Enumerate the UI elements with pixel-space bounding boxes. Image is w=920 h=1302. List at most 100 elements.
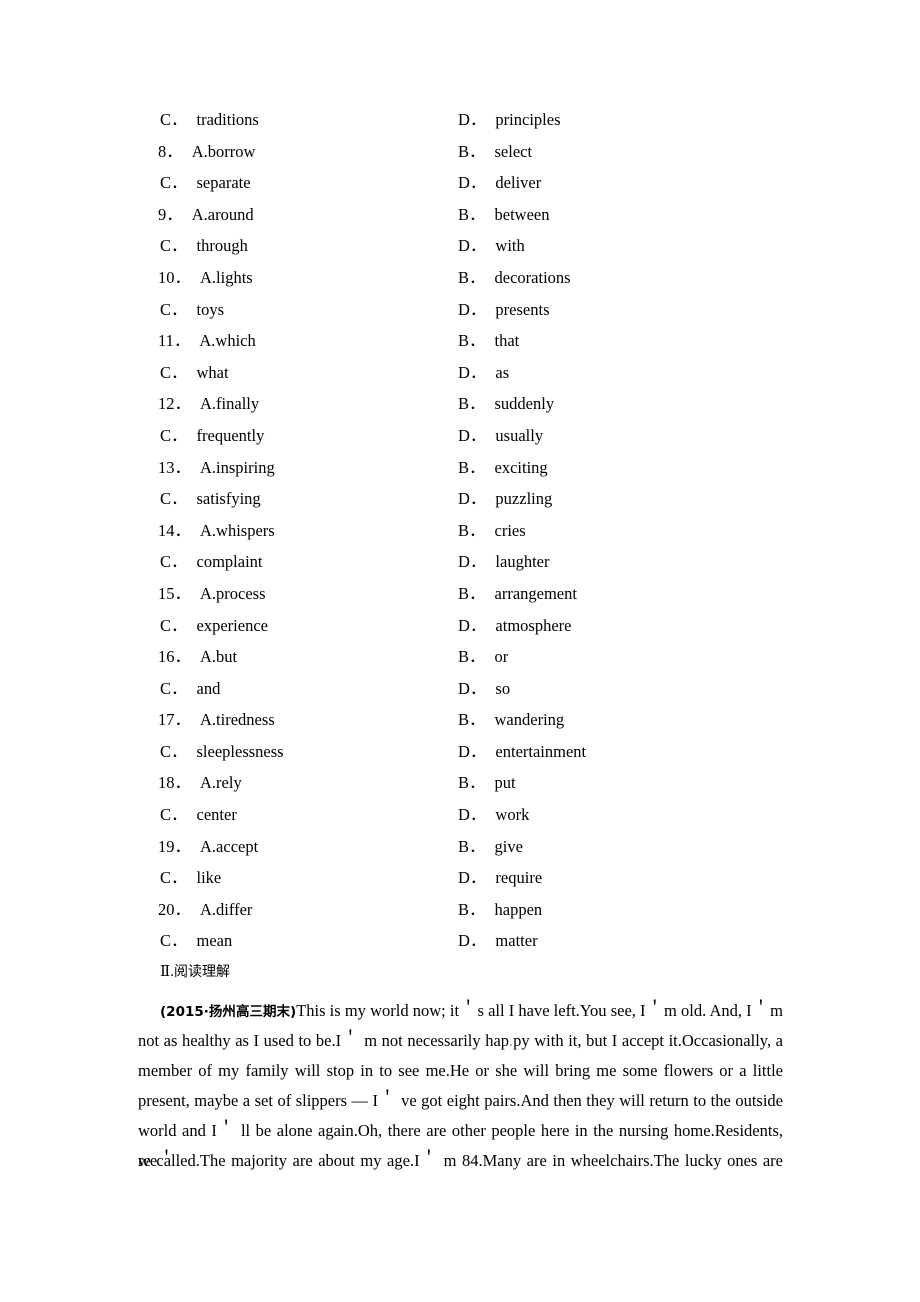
cloze-option-left[interactable]: 11． A.which — [158, 325, 256, 357]
passage-text: re called.The majority are about my age.… — [138, 1151, 420, 1170]
passage-text: m — [770, 1001, 784, 1020]
section-heading-numeral: Ⅱ. — [160, 964, 174, 980]
cloze-option-text: decorations — [494, 267, 571, 287]
cloze-option-text: separate — [196, 173, 251, 193]
passage-text: not as healthy as I used to be.I — [138, 1031, 342, 1050]
cloze-option-right[interactable]: B． select — [458, 136, 532, 168]
cloze-option-label: D． — [458, 741, 487, 761]
cloze-option-right[interactable]: D． entertainment — [458, 736, 586, 768]
cloze-option-right[interactable]: D． puzzling — [458, 483, 552, 515]
cloze-option-label: B． — [458, 204, 486, 224]
cloze-option-right[interactable]: D． atmosphere — [458, 610, 571, 642]
passage-text: present, maybe a set of slippers — I — [138, 1091, 379, 1110]
cloze-option-right[interactable]: B． between — [458, 199, 550, 231]
cloze-option-right[interactable]: B． decorations — [458, 262, 571, 294]
cloze-option-left[interactable]: C． mean — [160, 925, 232, 957]
cloze-option-right[interactable]: D． principles — [458, 104, 561, 136]
cloze-option-left[interactable]: C． what — [160, 357, 229, 389]
cloze-option-left[interactable]: 20． A.differ — [158, 894, 252, 926]
cloze-option-left[interactable]: 14． A.whispers — [158, 515, 275, 547]
cloze-option-right[interactable]: B． that — [458, 325, 519, 357]
passage-text: m 84.Many are in wheelchairs.The lucky o… — [438, 1151, 783, 1170]
cloze-option-right[interactable]: D． presents — [458, 294, 550, 326]
cloze-option-left[interactable]: 18． A.rely — [158, 767, 242, 799]
cloze-option-right[interactable]: D． usually — [458, 420, 543, 452]
document-page: C． traditions D． principles 8． A.borrow B． sele… — [0, 0, 920, 1302]
cloze-option-left[interactable]: C． through — [160, 230, 248, 262]
cloze-option-left[interactable]: 9． A.around — [158, 199, 254, 231]
cloze-option-right[interactable]: B． cries — [458, 515, 526, 547]
cloze-option-left[interactable]: C． separate — [160, 167, 251, 199]
passage-line: present, maybe a set of slippers — I＇ ve… — [138, 1086, 783, 1116]
cloze-option-label: C． — [160, 236, 188, 256]
cloze-option-row: C． center D． work — [138, 799, 798, 831]
cloze-option-left[interactable]: 19． A.accept — [158, 831, 258, 863]
cloze-option-right[interactable]: D． matter — [458, 925, 538, 957]
cloze-option-text: center — [196, 805, 237, 825]
cloze-option-left[interactable]: 17． A.tiredness — [158, 704, 275, 736]
cloze-option-text: A.rely — [200, 773, 242, 793]
cloze-option-right[interactable]: B． arrangement — [458, 578, 577, 610]
cloze-option-text: A.lights — [200, 267, 253, 287]
cloze-option-text: exciting — [494, 457, 548, 477]
cloze-option-text: usually — [495, 425, 544, 445]
cloze-option-right[interactable]: D． as — [458, 357, 509, 389]
cloze-option-text: cries — [494, 520, 526, 540]
cloze-option-right[interactable]: D． work — [458, 799, 529, 831]
cloze-option-text: that — [494, 331, 520, 351]
cloze-option-right[interactable]: D． so — [458, 673, 510, 705]
cloze-option-left[interactable]: 12． A.finally — [158, 388, 259, 420]
cloze-option-left[interactable]: C． complaint — [160, 546, 263, 578]
cloze-option-left[interactable]: 8． A.borrow — [158, 136, 255, 168]
cloze-option-label: B． — [458, 394, 486, 414]
cloze-option-right[interactable]: D． laughter — [458, 546, 549, 578]
cloze-option-left[interactable]: 16． A.but — [158, 641, 237, 673]
cloze-option-label: 12． — [158, 394, 191, 414]
cloze-option-right[interactable]: D． deliver — [458, 167, 541, 199]
cloze-option-right[interactable]: D． with — [458, 230, 525, 262]
cloze-option-left[interactable]: C． like — [160, 862, 221, 894]
cloze-option-right[interactable]: B． exciting — [458, 452, 548, 484]
cloze-option-text: put — [494, 773, 516, 793]
cloze-option-left[interactable]: C． satisfying — [160, 483, 261, 515]
cloze-option-right[interactable]: D． require — [458, 862, 542, 894]
cloze-option-right[interactable]: B． give — [458, 831, 523, 863]
cloze-option-text: toys — [196, 299, 225, 319]
cloze-option-label: C． — [160, 425, 188, 445]
cloze-option-text: traditions — [196, 110, 259, 129]
cloze-option-left[interactable]: C． frequently — [160, 420, 264, 452]
apostrophe-glyph: ＇ — [646, 999, 664, 1018]
cloze-option-left[interactable]: C． and — [160, 673, 220, 705]
apostrophe-glyph: ＇ — [752, 999, 770, 1018]
reading-passage: (2015·扬州高三期末)This is my world now; it＇s … — [138, 996, 783, 1176]
cloze-option-label: 10． — [158, 267, 191, 287]
cloze-option-label: C． — [160, 931, 188, 951]
cloze-option-row: C． sleeplessness D． entertainment — [138, 736, 798, 768]
cloze-option-left[interactable]: C． toys — [160, 294, 224, 326]
cloze-option-right[interactable]: B． put — [458, 767, 516, 799]
cloze-option-text: experience — [196, 615, 268, 635]
cloze-option-left[interactable]: 10． A.lights — [158, 262, 253, 294]
cloze-option-text: select — [494, 141, 533, 161]
cloze-option-text: laughter — [495, 552, 550, 572]
passage-text: member of my family will stop in to see … — [138, 1061, 783, 1080]
cloze-option-row: 12． A.finally B． suddenly — [138, 388, 798, 420]
cloze-option-left[interactable]: 15． A.process — [158, 578, 266, 610]
cloze-option-row: 10． A.lights B． decorations — [138, 262, 798, 294]
cloze-option-right[interactable]: B． wandering — [458, 704, 564, 736]
cloze-option-label: D． — [458, 110, 487, 129]
cloze-option-left[interactable]: C． sleeplessness — [160, 736, 284, 768]
cloze-option-text: frequently — [196, 425, 265, 445]
cloze-option-right[interactable]: B． or — [458, 641, 508, 673]
cloze-option-left[interactable]: C． experience — [160, 610, 268, 642]
cloze-option-label: C． — [160, 678, 188, 698]
cloze-option-left[interactable]: C． center — [160, 799, 237, 831]
cloze-option-right[interactable]: B． happen — [458, 894, 542, 926]
cloze-option-label: C． — [160, 741, 188, 761]
cloze-option-text: A.process — [200, 583, 266, 603]
cloze-option-text: what — [196, 362, 229, 382]
cloze-option-label: B． — [458, 710, 486, 730]
cloze-option-right[interactable]: B． suddenly — [458, 388, 554, 420]
cloze-option-left[interactable]: C． traditions — [160, 104, 259, 136]
cloze-option-left[interactable]: 13． A.inspiring — [158, 452, 275, 484]
